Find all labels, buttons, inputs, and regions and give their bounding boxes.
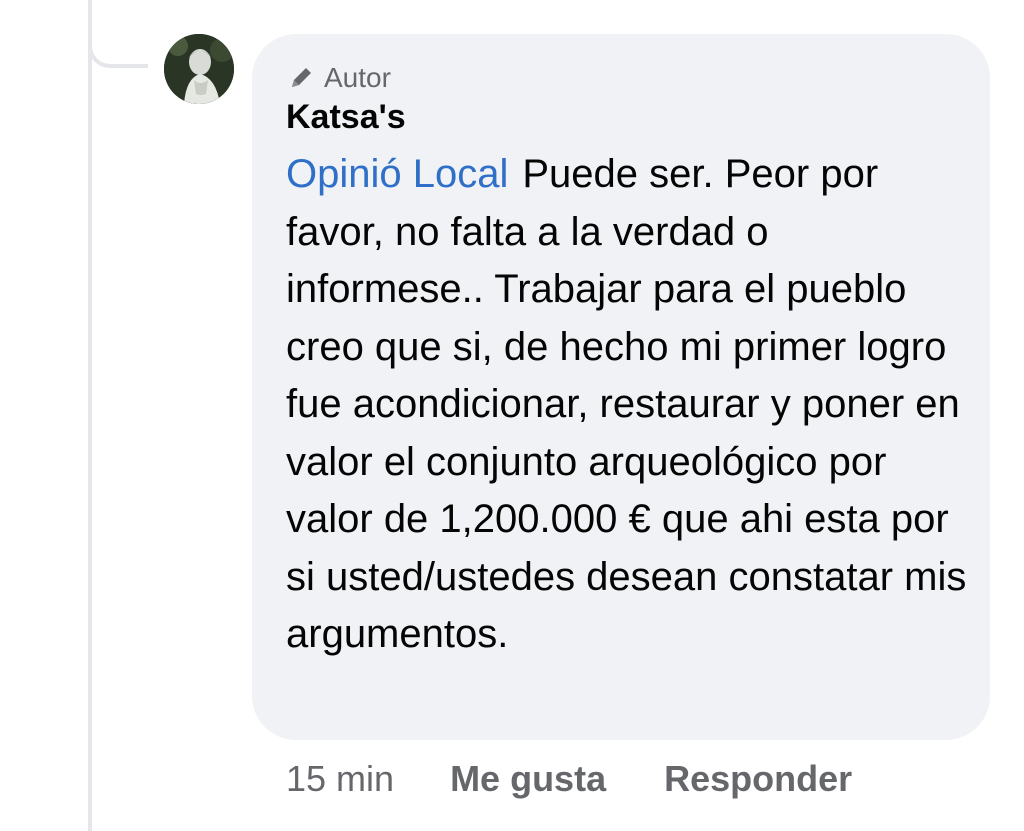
comment-thread: Autor Katsa's Opinió Local Puede ser. Peo… bbox=[0, 0, 1024, 831]
thread-branch-line bbox=[88, 0, 148, 68]
thread-connector-line bbox=[88, 0, 92, 831]
author-badge-label: Autor bbox=[324, 62, 391, 93]
comment-bubble: Autor Katsa's Opinió Local Puede ser. Peo… bbox=[252, 34, 990, 740]
comment-body: Puede ser. Peor por favor, no falta a la… bbox=[286, 152, 967, 656]
mention-link[interactable]: Opinió Local bbox=[286, 152, 508, 196]
reply-button[interactable]: Responder bbox=[664, 758, 852, 800]
like-button[interactable]: Me gusta bbox=[450, 758, 606, 800]
author-badge: Autor bbox=[286, 62, 391, 94]
comment-text: Opinió Local Puede ser. Peor por favor, n… bbox=[286, 146, 976, 664]
commenter-name[interactable]: Katsa's bbox=[286, 98, 406, 137]
comment-timestamp[interactable]: 15 min bbox=[286, 758, 394, 800]
pencil-icon bbox=[292, 68, 311, 87]
comment-actions: 15 min Me gusta Responder bbox=[286, 758, 852, 800]
avatar[interactable] bbox=[164, 34, 234, 104]
statue-avatar-icon bbox=[164, 34, 234, 104]
